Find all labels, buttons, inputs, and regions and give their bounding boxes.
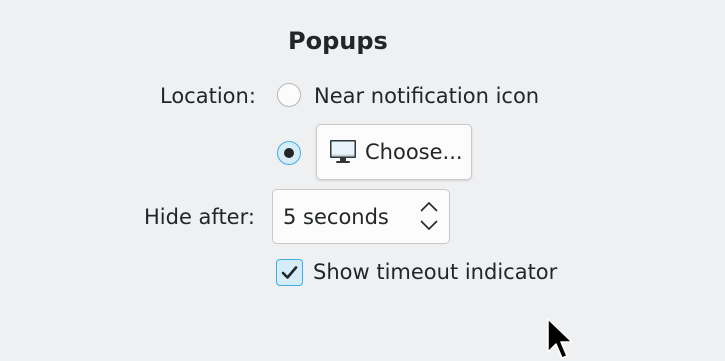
- show-timeout-label[interactable]: Show timeout indicator: [313, 259, 557, 285]
- near-notification-icon-radio[interactable]: [277, 83, 301, 107]
- popups-section-title: Popups: [288, 27, 388, 55]
- checkmark-icon: [281, 266, 298, 279]
- spin-down-icon[interactable]: [417, 216, 441, 234]
- choose-location-button[interactable]: Choose...: [316, 124, 472, 180]
- hide-after-label: Hide after:: [144, 205, 255, 229]
- radio-selected-dot: [284, 148, 294, 158]
- monitor-icon: [329, 139, 357, 165]
- choose-location-radio[interactable]: [277, 141, 301, 165]
- choose-button-label: Choose...: [365, 140, 463, 164]
- hide-after-spinbox[interactable]: 5 seconds: [272, 189, 450, 244]
- show-timeout-checkbox[interactable]: [276, 259, 303, 286]
- near-notification-icon-label[interactable]: Near notification icon: [314, 83, 539, 109]
- hide-after-value[interactable]: 5 seconds: [283, 204, 389, 230]
- spin-up-icon[interactable]: [417, 198, 441, 216]
- mouse-cursor-icon: [547, 318, 573, 359]
- location-label: Location:: [160, 84, 256, 108]
